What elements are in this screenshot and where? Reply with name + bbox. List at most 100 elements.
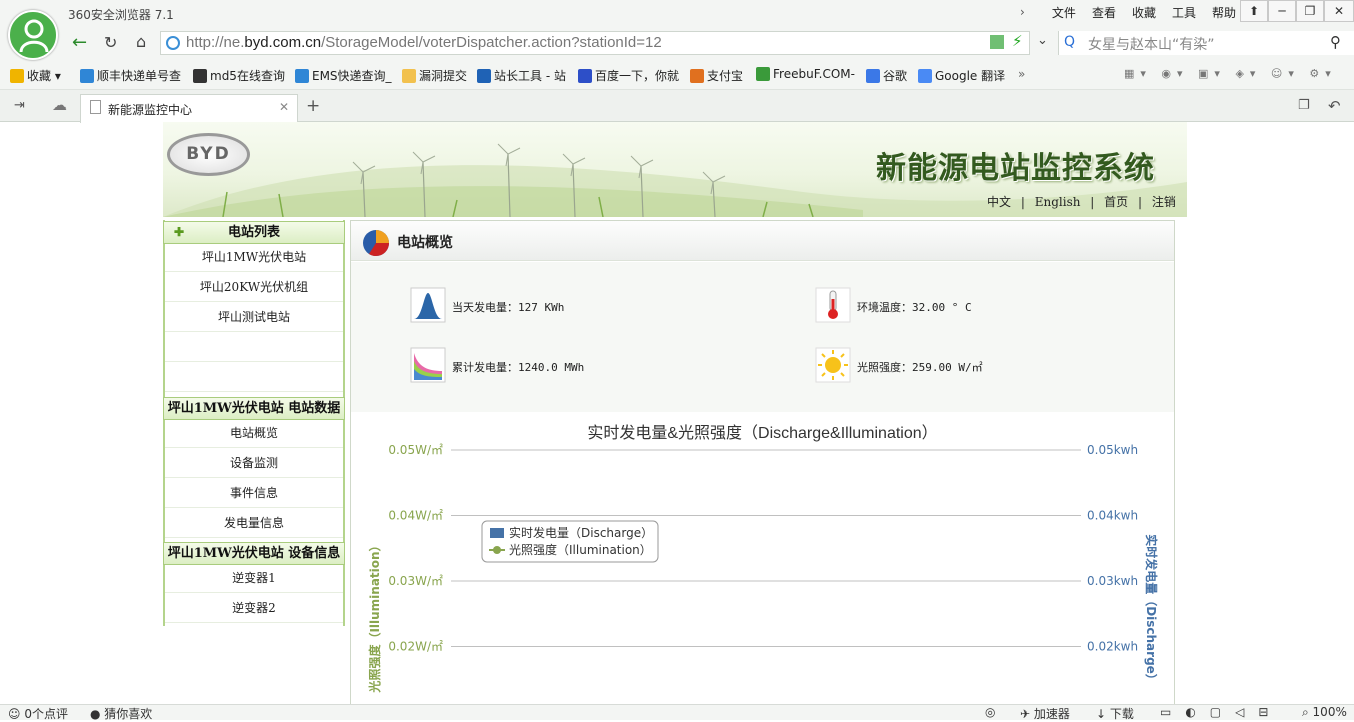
left-axis-label: 光照强度（Illumination） [367, 539, 382, 693]
search-icon[interactable]: ⚲ [1330, 33, 1341, 51]
bookmark-google[interactable]: 谷歌 [866, 67, 907, 84]
bookmark-webmaster[interactable]: 站长工具 - 站 [477, 67, 566, 84]
realtime-chart: 0.05W/㎡ 0.04W/㎡ 0.03W/㎡ 0.02W/㎡ 0.05kwh 0.04… [367, 443, 1159, 694]
qrcode-icon[interactable] [990, 35, 1004, 49]
plus-icon[interactable]: ✚ [174, 222, 184, 243]
header-links: 中文 | English | 首页 | 注销 [987, 195, 1176, 209]
station-list-header[interactable]: ✚ 电站列表 [163, 221, 345, 244]
right-tick-label: 0.03kwh [1087, 574, 1138, 588]
pin-icon[interactable]: ⬆ [1240, 0, 1268, 22]
menu-view[interactable]: 查看 [1084, 4, 1124, 21]
right-tick-label: 0.02kwh [1087, 640, 1138, 654]
thermometer-icon [815, 287, 851, 323]
device-info-header: 坪山1MW光伏电站 设备信息 [163, 542, 345, 565]
sun-icon [815, 347, 851, 383]
station-data-header: 坪山1MW光伏电站 电站数据 [163, 397, 345, 420]
sidebar-item-device-monitor[interactable]: 设备监测 [165, 448, 343, 478]
legend-discharge-swatch [490, 528, 504, 538]
menu-file[interactable]: 文件 [1044, 4, 1084, 21]
app-title: 360安全浏览器 7.1 [68, 8, 174, 22]
sidebar-item-empty [165, 332, 343, 362]
bookmark-md5[interactable]: md5在线查询 [193, 67, 285, 84]
main-panel-header [351, 221, 1174, 261]
back-icon[interactable]: ← [72, 32, 87, 53]
new-tab-button[interactable]: + [306, 96, 320, 116]
menu-tools[interactable]: 工具 [1164, 4, 1204, 21]
overview-stats [351, 262, 1174, 412]
zoom-level[interactable]: ⌕ 100% [1302, 705, 1347, 720]
status-tool-icons[interactable]: ▭◐▢◁⊟ [1160, 705, 1282, 719]
legend-illumination-label[interactable]: 光照强度（Illumination） [509, 542, 652, 557]
comments-status[interactable]: ☺ 0个点评 [8, 705, 68, 722]
bookmark-baidu[interactable]: 百度一下，你就 [578, 67, 679, 84]
pie-chart-icon [361, 228, 391, 261]
page-icon [90, 100, 101, 114]
bookmark-favorites[interactable]: 收藏 ▾ [10, 67, 61, 84]
sidebar-item-energy-info[interactable]: 发电量信息 [165, 508, 343, 538]
chevron-down-icon[interactable]: ⌄ [1037, 33, 1048, 48]
panel-title: 电站概览 [397, 235, 453, 251]
chevron-right-icon[interactable]: › [1020, 5, 1025, 19]
sidebar-item-station-20kw[interactable]: 坪山20KW光伏机组 [165, 272, 343, 302]
lightning-icon[interactable]: ⚡ [1012, 32, 1023, 50]
legend-discharge-label[interactable]: 实时发电量（Discharge） [509, 525, 653, 540]
right-tick-label: 0.05kwh [1087, 443, 1138, 457]
tab-list-icon[interactable]: ❐ [1298, 98, 1310, 113]
sidebar-toggle-icon[interactable]: ⇥ [14, 98, 25, 113]
recommend-status[interactable]: ● 猜你喜欢 [90, 705, 152, 722]
undo-close-icon[interactable]: ↶ [1328, 97, 1341, 115]
byd-logo[interactable]: BYD [167, 133, 250, 176]
lang-chinese-link[interactable]: 中文 [987, 195, 1011, 209]
right-axis-label: 实时发电量（Discharge） [1144, 534, 1159, 686]
sidebar-item-station-test[interactable]: 坪山测试电站 [165, 302, 343, 332]
extension-icons[interactable]: ▦▾ ◉▾ ▣▾ ◈▾ ☺▾ ⚙▾ [1124, 67, 1337, 80]
refresh-icon[interactable]: ↻ [104, 33, 117, 52]
right-tick-label: 0.04kwh [1087, 509, 1138, 523]
tab-close-icon[interactable]: ✕ [279, 100, 289, 114]
sidebar-item-inverter-2[interactable]: 逆变器2 [165, 593, 343, 623]
sidebar-item-station-1mw[interactable]: 坪山1MW光伏电站 [165, 242, 343, 272]
sidebar-item-inverter-1[interactable]: 逆变器1 [165, 563, 343, 593]
bookmark-sf[interactable]: 顺丰快递单号查 [80, 67, 181, 84]
download-status[interactable]: ↓ 下载 [1096, 705, 1134, 722]
left-tick-label: 0.05W/㎡ [388, 443, 443, 457]
left-tick-label: 0.03W/㎡ [388, 574, 443, 588]
maximize-button[interactable]: ❐ [1296, 0, 1324, 22]
menu-favorites[interactable]: 收藏 [1124, 4, 1164, 21]
shield-icon[interactable]: ◎ [985, 705, 995, 719]
url-text[interactable]: http://ne.byd.com.cn/StorageModel/voterD… [186, 34, 662, 51]
menu-help[interactable]: 帮助 [1204, 4, 1244, 21]
logout-link[interactable]: 注销 [1152, 195, 1176, 209]
legend-illumination-marker [493, 546, 501, 554]
status-bar [0, 704, 1354, 720]
lang-english-link[interactable]: English [1035, 195, 1081, 209]
search-text[interactable]: 女星与赵本山“有染” [1088, 34, 1215, 54]
chart-legend[interactable]: 实时发电量（Discharge） 光照强度（Illumination） [481, 520, 659, 563]
bookmark-vuln[interactable]: 漏洞提交 [402, 67, 467, 84]
tab-title[interactable]: 新能源监控中心 [108, 101, 192, 118]
sidebar-item-overview[interactable]: 电站概览 [165, 418, 343, 448]
daily-energy-value: 当天发电量：127 KWh [452, 301, 565, 314]
close-button[interactable]: ✕ [1324, 0, 1354, 22]
left-tick-label: 0.04W/㎡ [388, 509, 443, 523]
home-icon[interactable]: ⌂ [136, 32, 146, 51]
ambient-temp-value: 环境温度：32.00 ° C [857, 301, 972, 314]
bookmark-ems[interactable]: EMS快递查询_ [295, 67, 392, 84]
cloud-icon[interactable]: ☁ [52, 96, 67, 114]
sidebar-item-empty [165, 362, 343, 392]
more-bookmarks-icon[interactable]: » [1018, 67, 1025, 81]
illumination-value: 光照强度：259.00 W/㎡ [857, 361, 983, 374]
globe-icon [166, 36, 180, 50]
bookmark-alipay[interactable]: 支付宝 [690, 67, 743, 84]
minimize-button[interactable]: ─ [1268, 0, 1296, 22]
bookmark-freebuf[interactable]: FreebuF.COM- [756, 67, 855, 81]
bookmark-google-translate[interactable]: Google 翻译 [918, 67, 1005, 84]
sidebar-item-events[interactable]: 事件信息 [165, 478, 343, 508]
cumulative-energy-icon [410, 347, 446, 383]
accelerator-status[interactable]: ✈ 加速器 [1020, 705, 1070, 722]
home-link[interactable]: 首页 [1104, 195, 1128, 209]
browser-menubar: 文件 查看 收藏 工具 帮助 [1044, 4, 1244, 21]
cumulative-energy-value: 累计发电量：1240.0 MWh [452, 361, 585, 374]
search-engine-icon[interactable]: Q [1064, 34, 1075, 50]
user-avatar[interactable] [8, 10, 58, 60]
